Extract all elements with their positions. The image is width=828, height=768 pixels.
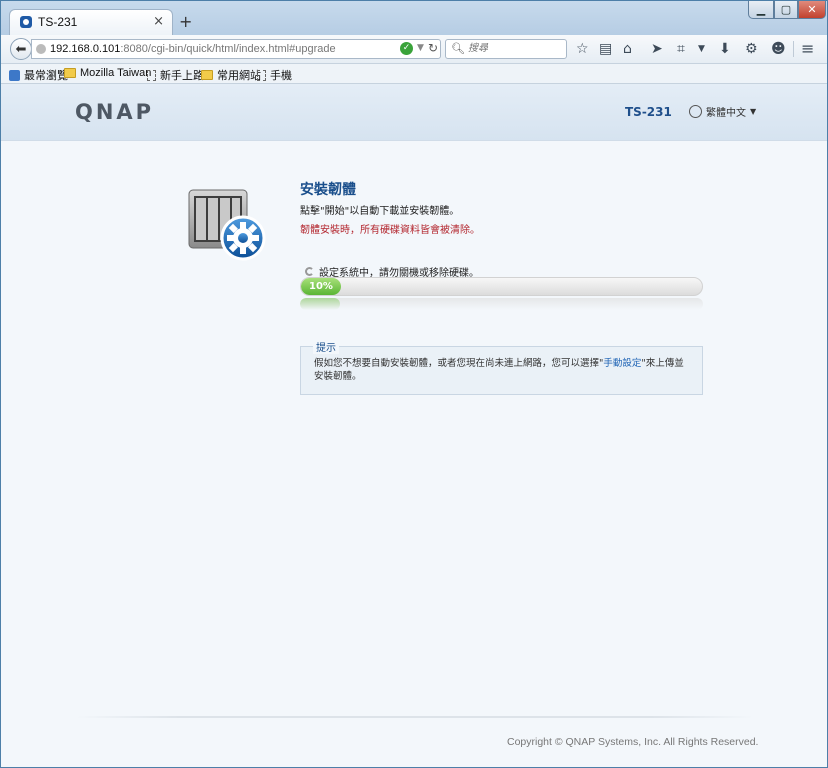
send-icon[interactable]: ➤ bbox=[651, 41, 663, 57]
url-dropdown-icon[interactable]: ▼ bbox=[417, 43, 424, 53]
bookmark-label: 常用網站 bbox=[217, 70, 261, 82]
bookmark-getting-started[interactable]: 新手上路 bbox=[147, 67, 204, 83]
bookmark-mobile[interactable]: 手機 bbox=[257, 67, 292, 83]
page-header: QNAP TS-231 繁體中文 ▼ bbox=[1, 84, 827, 141]
bookmarks-bar: 最常瀏覽 Mozilla Taiwan 新手上路 常用網站 手機 bbox=[1, 64, 827, 84]
progress-label: 10% bbox=[309, 281, 333, 292]
bookmark-label: 手機 bbox=[270, 70, 292, 82]
site-identity-icon[interactable] bbox=[36, 44, 46, 54]
folder-icon bbox=[64, 68, 76, 78]
page-title: 安裝韌體 bbox=[300, 182, 356, 198]
toolbar-separator bbox=[793, 41, 794, 57]
copyright-text: Copyright © QNAP Systems, Inc. All Right… bbox=[507, 736, 759, 748]
folder-icon bbox=[201, 70, 213, 80]
qnap-logo: QNAP bbox=[75, 100, 155, 124]
instruction-text: 點擊"開始"以自動下載並安裝韌體。 bbox=[300, 206, 460, 217]
menu-icon[interactable]: ≡ bbox=[801, 41, 814, 57]
hint-box: 提示 假如您不想要自動安裝韌體，或者您現在尚未連上網路，您可以選擇"手動設定"來… bbox=[300, 339, 703, 395]
smiley-icon[interactable]: ☻ bbox=[771, 41, 786, 57]
home-icon[interactable]: ⌂ bbox=[623, 41, 632, 57]
search-box[interactable]: 🔍︎ bbox=[445, 39, 567, 59]
search-input[interactable] bbox=[466, 42, 566, 55]
bookmark-label: 新手上路 bbox=[160, 70, 204, 82]
browser-tab[interactable]: TS-231 × bbox=[9, 9, 173, 35]
address-bar[interactable]: 192.168.0.101:8080/cgi-bin/quick/html/in… bbox=[31, 39, 441, 59]
nas-gear-icon bbox=[188, 189, 266, 261]
star-icon[interactable]: ☆ bbox=[576, 41, 589, 57]
bookmark-most-visited[interactable]: 最常瀏覽 bbox=[9, 67, 68, 83]
close-window-button[interactable]: ✕ bbox=[798, 1, 826, 19]
maximize-button[interactable]: ▢ bbox=[774, 1, 798, 19]
bookmark-common-sites[interactable]: 常用網站 bbox=[201, 67, 261, 83]
search-icon: 🔍︎ bbox=[451, 42, 465, 55]
chevron-down-icon: ▼ bbox=[750, 107, 757, 116]
model-name: TS-231 bbox=[625, 105, 672, 119]
url-text[interactable]: 192.168.0.101:8080/cgi-bin/quick/html/in… bbox=[50, 43, 336, 55]
download-icon[interactable]: ⬇ bbox=[719, 41, 731, 57]
progress-bar: 10% bbox=[300, 277, 703, 296]
url-path: :8080/cgi-bin/quick/html/index.html#upgr… bbox=[120, 43, 336, 55]
page-icon bbox=[147, 69, 156, 81]
tab-strip: TS-231 × + ▁ ▢ ✕ bbox=[1, 1, 827, 35]
bookmark-mozilla-taiwan[interactable]: Mozilla Taiwan bbox=[64, 67, 151, 79]
globe-icon bbox=[689, 105, 702, 118]
reload-icon[interactable]: ↻ bbox=[428, 41, 438, 55]
progress-reflection-fill bbox=[300, 298, 341, 310]
minimize-button[interactable]: ▁ bbox=[748, 1, 774, 19]
qnap-favicon-icon bbox=[20, 16, 32, 28]
hint-legend: 提示 bbox=[313, 339, 339, 354]
reading-list-icon[interactable]: ▤ bbox=[599, 41, 612, 57]
language-selector[interactable]: 繁體中文 ▼ bbox=[689, 104, 756, 119]
bookmark-label: Mozilla Taiwan bbox=[80, 67, 152, 79]
page-icon bbox=[257, 69, 266, 81]
warning-text: 韌體安裝時，所有硬碟資料皆會被清除。 bbox=[300, 225, 480, 236]
gear-icon[interactable]: ⚙ bbox=[745, 41, 758, 57]
loading-spinner-icon bbox=[305, 267, 314, 276]
tab-title: TS-231 bbox=[38, 15, 78, 29]
bookmark-label: 最常瀏覽 bbox=[24, 70, 68, 82]
hint-text-before: 假如您不想要自動安裝韌體，或者您現在尚未連上網路，您可以選擇" bbox=[314, 358, 604, 369]
back-arrow-icon: ⬅ bbox=[15, 41, 27, 57]
progress-reflection bbox=[300, 298, 703, 310]
bookmark-star-icon bbox=[9, 69, 20, 81]
new-tab-button[interactable]: + bbox=[179, 14, 192, 30]
crop-dropdown-icon[interactable]: ▼ bbox=[698, 41, 705, 57]
language-label: 繁體中文 bbox=[706, 108, 746, 119]
crop-icon[interactable]: ⌗ bbox=[677, 41, 685, 57]
hint-text: 假如您不想要自動安裝韌體，或者您現在尚未連上網路，您可以選擇"手動設定"來上傳並… bbox=[314, 357, 692, 383]
manual-setup-link[interactable]: 手動設定 bbox=[603, 358, 641, 369]
url-host: 192.168.0.101 bbox=[50, 43, 121, 55]
page-content: QNAP TS-231 繁體中文 ▼ 安裝韌體 點擊"開始"以自動下載並安裝韌體… bbox=[1, 84, 827, 767]
check-icon: ✓ bbox=[400, 42, 413, 55]
back-button[interactable]: ⬅ bbox=[10, 38, 32, 60]
navigation-toolbar: ⬅ 192.168.0.101:8080/cgi-bin/quick/html/… bbox=[1, 35, 827, 64]
browser-window: TS-231 × + ▁ ▢ ✕ ⬅ 192.168.0.101:8080/cg… bbox=[0, 0, 828, 768]
footer-divider bbox=[77, 716, 753, 718]
tab-close-icon[interactable]: × bbox=[153, 14, 164, 29]
